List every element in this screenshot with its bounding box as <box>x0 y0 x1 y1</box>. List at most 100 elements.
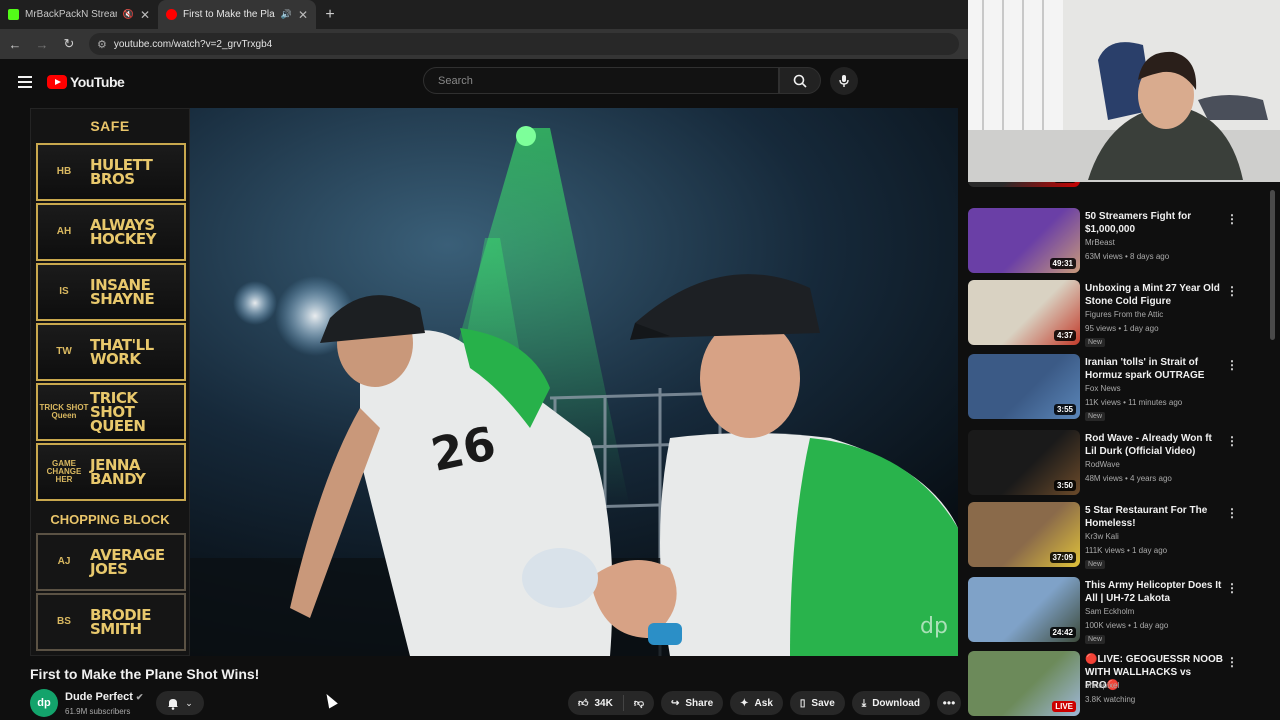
recommended-channel-name[interactable]: MrBeast <box>1085 238 1115 247</box>
scoreboard-overlay: SAFE HB HULETT BROS AH ALWAYS HOCKEY IS IN… <box>30 108 190 656</box>
speaker-icon[interactable]: 🔊 <box>281 9 292 20</box>
team-emblem: IS <box>59 286 69 297</box>
more-actions-button[interactable]: ••• <box>936 691 961 715</box>
search-button[interactable] <box>779 67 821 94</box>
video-thumbnail[interactable]: 49:31 <box>968 208 1080 273</box>
channel-avatar[interactable]: dp <box>30 689 58 717</box>
new-tab-button[interactable]: + <box>316 0 344 29</box>
more-vertical-icon[interactable]: ⋮ <box>1226 284 1238 298</box>
video-thumbnail[interactable]: 3:50 <box>968 430 1080 495</box>
ask-button[interactable]: ✦ Ask <box>730 691 783 715</box>
channel-name[interactable]: Dude Perfect ✔ <box>65 691 143 703</box>
thumbs-up-icon: 👍︎ <box>578 698 589 709</box>
video-thumbnail[interactable]: LIVE <box>968 651 1080 716</box>
tab-kick-stream[interactable]: MrBackPackN Stream - Wa 🔇 ✕ <box>0 0 158 29</box>
more-vertical-icon[interactable]: ⋮ <box>1226 506 1238 520</box>
youtube-logo[interactable]: YouTube <box>47 74 125 90</box>
recommended-video-meta: 95 views • 1 day ago <box>1085 324 1159 333</box>
recommended-video[interactable]: 3:50 Rod Wave - Already Won ft Lil Durk (… <box>968 430 1268 500</box>
menu-icon[interactable] <box>18 76 32 88</box>
subscriber-count: 61.9M subscribers <box>65 707 131 716</box>
more-vertical-icon[interactable]: ⋮ <box>1226 358 1238 372</box>
address-bar[interactable]: ⚙ youtube.com/watch?v=2_grvTrxgb4 <box>89 33 959 55</box>
recommended-channel-name[interactable]: Fox News <box>1085 384 1121 393</box>
more-vertical-icon[interactable]: ⋮ <box>1226 581 1238 595</box>
safe-team-trick-shot-queen: TRICK SHOT Queen TRICK SHOT QUEEN <box>36 383 186 441</box>
team-name: ALWAYS HOCKEY <box>90 216 157 248</box>
recommended-video[interactable]: 49:31 50 Streamers Fight for $1,000,000 Mr… <box>968 208 1268 278</box>
browser-tab-bar: MrBackPackN Stream - Wa 🔇 ✕ First to Mak… <box>0 0 968 29</box>
team-name: TRICK SHOT QUEEN <box>90 389 146 435</box>
video-thumbnail[interactable]: 37:09 <box>968 502 1080 567</box>
recommended-video-title[interactable]: Rod Wave - Already Won ft Lil Durk (Offi… <box>1085 432 1225 458</box>
chopping-team-average-joes: AJ AVERAGE JOES <box>36 533 186 591</box>
recommended-video-title[interactable]: Unboxing a Mint 27 Year Old Stone Cold F… <box>1085 282 1225 308</box>
duration-badge: 24:42 <box>1049 627 1076 638</box>
youtube-wordmark: YouTube <box>70 74 125 90</box>
team-name: HULETT BROS <box>90 156 153 188</box>
recommended-channel-name[interactable]: Sam Eckholm <box>1085 607 1134 616</box>
video-thumbnail[interactable]: 3:09 <box>968 182 1080 187</box>
team-name: INSANE SHAYNE <box>90 276 155 308</box>
video-thumbnail[interactable]: 4:37 <box>968 280 1080 345</box>
recommended-video[interactable]: 3:55 Iranian 'tolls' in Strait of Hormuz … <box>968 354 1268 424</box>
reload-icon[interactable]: ↻ <box>57 36 81 52</box>
more-vertical-icon[interactable]: ⋮ <box>1226 655 1238 669</box>
team-name: JENNA BANDY <box>90 456 146 488</box>
close-tab-icon[interactable]: ✕ <box>298 8 308 22</box>
mute-icon[interactable]: 🔇 <box>123 9 134 20</box>
more-vertical-icon[interactable]: ⋮ <box>1226 212 1238 226</box>
recommended-video[interactable]: LIVE 🔴LIVE: GEOGUESSR NOOB WITH WALLHACKS… <box>968 651 1268 720</box>
voice-search-button[interactable] <box>830 67 858 95</box>
sparkle-icon: ✦ <box>740 697 749 709</box>
recommended-video-meta: 111K views • 1 day ago <box>1085 546 1168 555</box>
dislike-button[interactable]: 👎︎ <box>624 697 654 709</box>
recommended-channel-name[interactable]: RodWave <box>1085 460 1120 469</box>
notification-bell-button[interactable]: ⌄ <box>156 691 204 715</box>
back-arrow-icon[interactable]: ← <box>3 37 27 52</box>
recommended-channel-name[interactable]: Figures From the Attic <box>1085 310 1163 319</box>
video-player[interactable]: 26 dp SAFE HB HULETT BROS AH ALWAYS HOCK… <box>30 108 958 656</box>
team-emblem: AH <box>56 226 72 237</box>
recommended-video-meta: 11K views • 11 minutes ago <box>1085 398 1183 407</box>
video-thumbnail[interactable]: 3:55 <box>968 354 1080 419</box>
tab-youtube-video[interactable]: First to Make the Plane Sho 🔊 ✕ <box>158 0 316 29</box>
recommended-video-meta: 63M views • 8 days ago <box>1085 252 1170 261</box>
share-button[interactable]: ↪ Share <box>660 691 724 715</box>
bookmark-icon: ▯ <box>799 697 806 709</box>
recommended-video[interactable]: 24:42 This Army Helicopter Does It All | … <box>968 577 1268 647</box>
save-button[interactable]: ▯ Save <box>789 691 845 715</box>
tab-title: MrBackPackN Stream - Wa <box>25 9 117 20</box>
sidebar-scrollbar[interactable] <box>1270 190 1275 340</box>
recommended-video-title[interactable]: Iranian 'tolls' in Strait of Hormuz spar… <box>1085 356 1225 382</box>
recommended-video[interactable]: 4:37 Unboxing a Mint 27 Year Old Stone Co… <box>968 280 1268 350</box>
recommended-video-title[interactable]: 50 Streamers Fight for $1,000,000 <box>1085 210 1225 236</box>
download-button[interactable]: ⤓ Download <box>851 691 930 715</box>
duration-badge: 3:09 <box>1053 182 1076 183</box>
team-emblem: AJ <box>57 556 71 567</box>
site-info-icon[interactable]: ⚙ <box>97 38 107 51</box>
thumbs-down-icon: 👎︎ <box>633 698 644 709</box>
like-dislike-group: 👍︎ 34K 👎︎ <box>568 691 654 715</box>
chevron-down-icon: ⌄ <box>185 697 193 708</box>
recommended-channel-name[interactable]: ohnepixel <box>1085 681 1119 690</box>
video-thumbnail[interactable]: 24:42 <box>968 577 1080 642</box>
more-vertical-icon[interactable]: ⋮ <box>1226 434 1238 448</box>
close-tab-icon[interactable]: ✕ <box>140 8 150 22</box>
recommendations-list: 3:09742K views • 1 year ago 49:31 50 Strea… <box>968 182 1268 720</box>
recommended-video[interactable]: 3:09742K views • 1 year ago <box>968 182 1268 192</box>
live-badge: LIVE <box>1052 701 1076 712</box>
like-button[interactable]: 👍︎ 34K <box>568 695 624 711</box>
new-badge: New <box>1085 560 1106 569</box>
team-name: THAT'LL WORK <box>90 336 154 368</box>
recommended-video[interactable]: 37:09 5 Star Restaurant For The Homeless!… <box>968 502 1268 572</box>
team-emblem: BS <box>57 616 71 627</box>
recommended-video-title[interactable]: This Army Helicopter Does It All | UH-72… <box>1085 579 1225 605</box>
recommended-channel-name[interactable]: Kr3w Kali <box>1085 532 1119 541</box>
forward-arrow-icon[interactable]: → <box>30 37 54 52</box>
search-input[interactable]: Search <box>423 67 779 94</box>
recommended-video-meta: 100K views • 1 day ago <box>1085 621 1169 630</box>
recommended-video-title[interactable]: 5 Star Restaurant For The Homeless! <box>1085 504 1225 530</box>
new-badge: New <box>1085 412 1106 421</box>
recommended-video-meta: 48M views • 4 years ago <box>1085 474 1172 483</box>
